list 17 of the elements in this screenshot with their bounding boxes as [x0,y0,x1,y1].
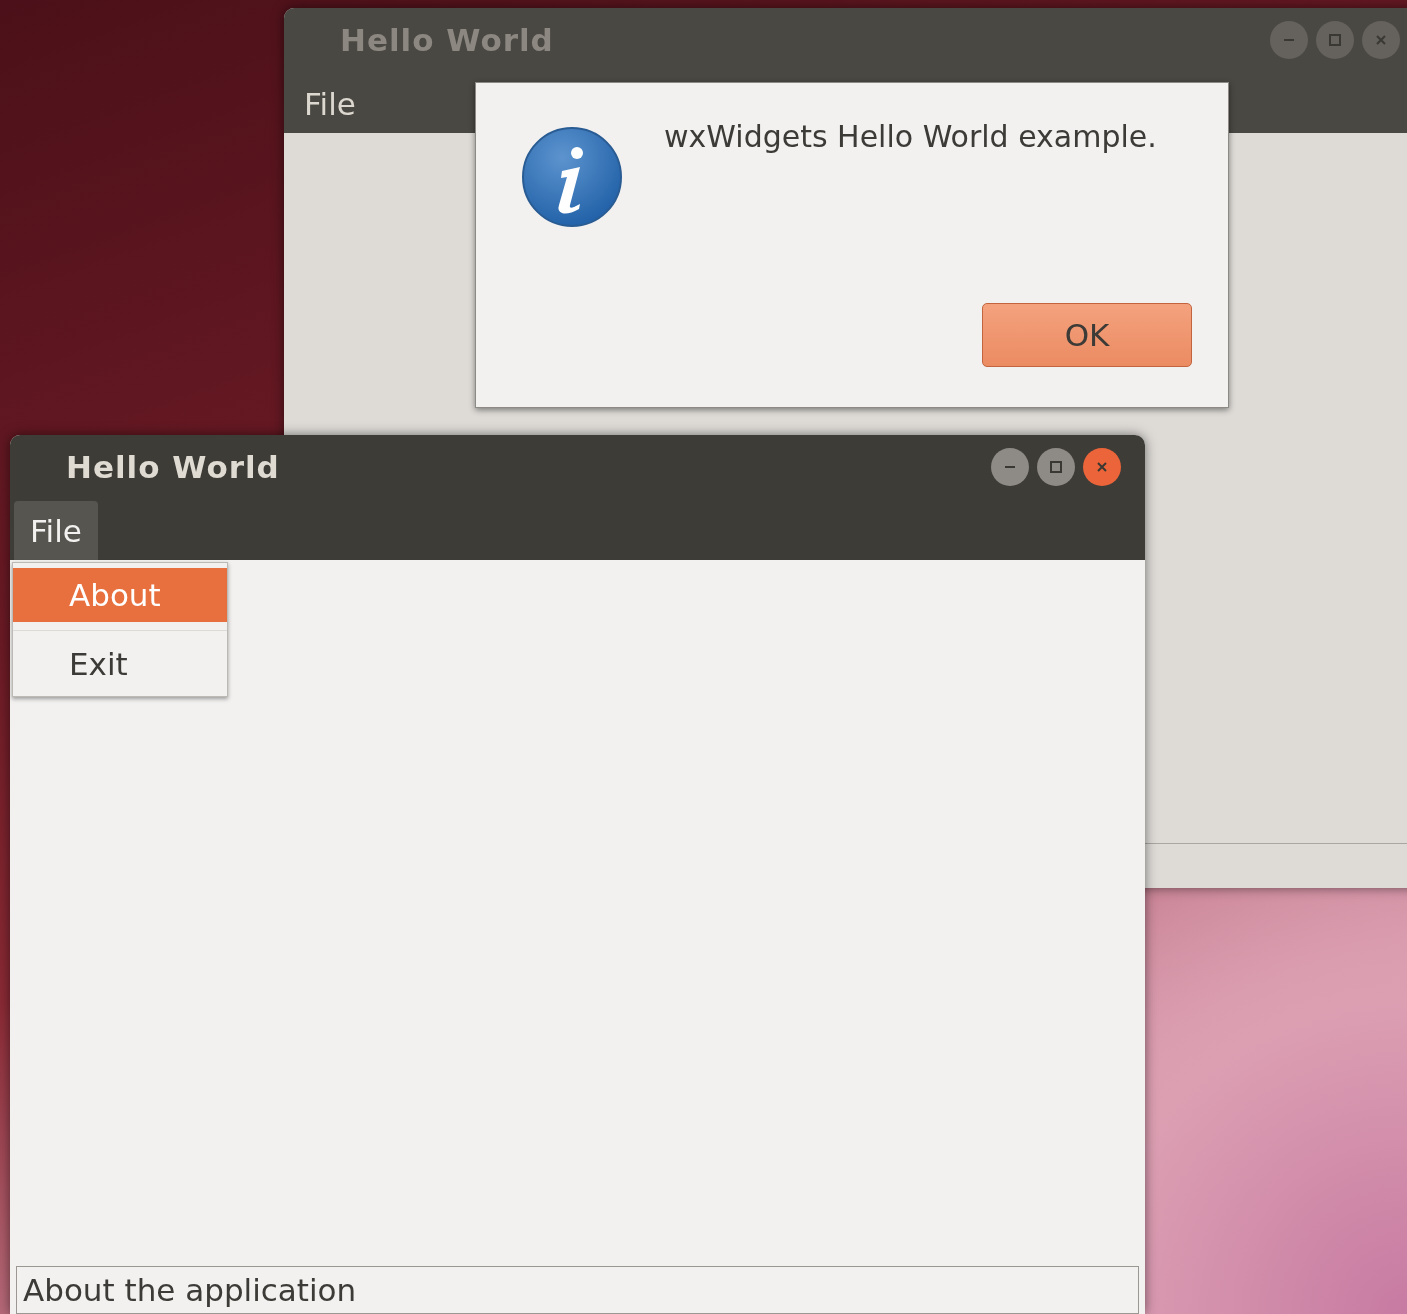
square-icon [1049,460,1063,474]
ok-button[interactable]: OK [982,303,1192,367]
minimize-button[interactable] [991,448,1029,486]
dialog-message: wxWidgets Hello World example. [664,119,1157,154]
menu-item[interactable]: File [14,501,98,560]
close-icon [1374,33,1388,47]
menu-item[interactable]: File [288,74,372,133]
maximize-button[interactable] [1037,448,1075,486]
status-text: About the application [22,1272,357,1308]
window-title: Hello World [66,449,280,485]
close-icon [1095,460,1109,474]
menu-entry[interactable]: Exit [13,637,227,691]
square-icon [1328,33,1342,47]
close-button[interactable] [1083,448,1121,486]
window-title: Hello World [340,22,554,58]
close-button[interactable] [1362,21,1400,59]
maximize-button[interactable] [1316,21,1354,59]
